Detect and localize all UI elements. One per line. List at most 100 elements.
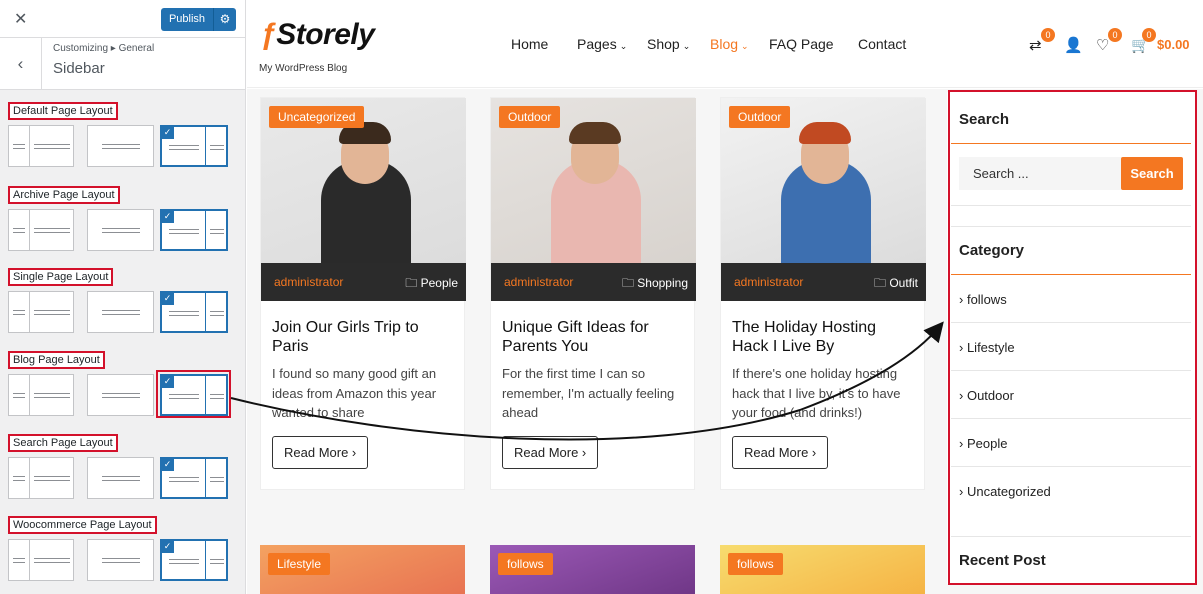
nav-item-label: Pages bbox=[577, 36, 617, 52]
layout-option-group: Default Page Layout ✓ bbox=[8, 101, 228, 167]
chevron-down-icon: ⌄ bbox=[619, 41, 628, 51]
checkmark-icon: ✓ bbox=[161, 210, 174, 223]
post-card[interactable]: follows bbox=[490, 545, 695, 594]
layout-option-group: Archive Page Layout ✓ bbox=[8, 185, 228, 251]
wishlist-count-badge: 0 bbox=[1108, 28, 1122, 42]
right-sidebar-layout-option[interactable]: ✓ bbox=[160, 209, 228, 251]
post-card[interactable]: follows bbox=[720, 545, 925, 594]
site-logo[interactable]: ƒStorely bbox=[260, 18, 375, 52]
close-icon[interactable]: ✕ bbox=[14, 9, 27, 29]
left-sidebar-layout-option[interactable] bbox=[8, 125, 74, 167]
layout-option-label: Woocommerce Page Layout bbox=[8, 516, 157, 534]
publish-button[interactable]: Publish bbox=[161, 8, 213, 31]
post-author[interactable]: administrator bbox=[504, 275, 573, 289]
customizer-topbar: ✕ Publish ⚙ bbox=[0, 0, 245, 38]
post-author[interactable]: administrator bbox=[734, 275, 803, 289]
left-sidebar-layout-option[interactable] bbox=[8, 209, 74, 251]
left-sidebar-layout-option[interactable] bbox=[8, 291, 74, 333]
site-tagline: My WordPress Blog bbox=[259, 63, 348, 74]
read-more-button[interactable]: Read More › bbox=[502, 435, 599, 469]
shopping-bag-icon: ƒ bbox=[260, 18, 277, 51]
layout-option-label: Search Page Layout bbox=[8, 434, 118, 452]
right-sidebar-layout-option[interactable]: ✓ bbox=[160, 291, 228, 333]
read-more-label: Read More bbox=[744, 444, 809, 460]
layout-option-group: Single Page Layout ✓ bbox=[8, 267, 228, 333]
nav-item-label: Home bbox=[511, 36, 549, 52]
site-header: ƒStorely My WordPress Blog Home Pages ⌄ Sho… bbox=[247, 0, 1203, 88]
post-thumbnail[interactable]: Outdoor bbox=[491, 98, 696, 263]
checkmark-icon: ✓ bbox=[161, 292, 174, 305]
post-excerpt: If there's one holiday hosting hack that… bbox=[732, 366, 901, 420]
post-thumbnail[interactable]: Outdoor bbox=[721, 98, 926, 263]
full-width-layout-option[interactable] bbox=[87, 291, 154, 333]
chevron-down-icon: ⌄ bbox=[682, 41, 691, 51]
nav-item-contact[interactable]: Contact bbox=[858, 36, 906, 52]
left-sidebar-layout-option[interactable] bbox=[8, 374, 74, 416]
right-sidebar-layout-option[interactable]: ✓ bbox=[160, 457, 228, 499]
layout-thumbnails: ✓ bbox=[8, 291, 228, 333]
nav-item-label: Blog bbox=[710, 36, 739, 52]
user-icon[interactable]: 👤 bbox=[1064, 36, 1083, 54]
full-width-layout-option[interactable] bbox=[87, 209, 154, 251]
category-badge[interactable]: follows bbox=[498, 553, 553, 575]
post-title[interactable]: Unique Gift Ideas for Parents You bbox=[502, 318, 684, 356]
layout-thumbnails: ✓ bbox=[8, 539, 228, 581]
cart-total[interactable]: $0.00 bbox=[1157, 37, 1190, 52]
left-sidebar-layout-option[interactable] bbox=[8, 539, 74, 581]
chevron-left-icon[interactable]: ‹ bbox=[0, 38, 42, 90]
post-tag[interactable]: 🗀 People bbox=[405, 274, 458, 295]
sidebar-highlight-box bbox=[948, 90, 1197, 585]
post-tag[interactable]: 🗀 Shopping bbox=[622, 274, 688, 295]
post-meta-bar: administrator 🗀 People bbox=[261, 263, 466, 301]
read-more-button[interactable]: Read More › bbox=[272, 435, 369, 469]
layout-option-group: Blog Page Layout ✓ bbox=[8, 350, 231, 418]
post-thumbnail[interactable]: Uncategorized bbox=[261, 98, 466, 263]
category-badge[interactable]: Lifestyle bbox=[268, 553, 331, 575]
layout-option-group: Search Page Layout ✓ bbox=[8, 433, 228, 499]
full-width-layout-option[interactable] bbox=[87, 125, 154, 167]
category-badge[interactable]: Outdoor bbox=[729, 106, 791, 128]
left-sidebar-layout-option[interactable] bbox=[8, 457, 74, 499]
category-badge[interactable]: Outdoor bbox=[499, 106, 561, 128]
post-title[interactable]: Join Our Girls Trip to Paris bbox=[272, 318, 454, 356]
gear-icon[interactable]: ⚙ bbox=[213, 8, 236, 31]
category-badge[interactable]: Uncategorized bbox=[269, 106, 365, 128]
post-author[interactable]: administrator bbox=[274, 275, 343, 289]
post-title[interactable]: The Holiday Hosting Hack I Live By bbox=[732, 318, 914, 356]
nav-item-pages[interactable]: Pages ⌄ bbox=[577, 36, 627, 52]
post-tag[interactable]: 🗀 Outfit bbox=[874, 274, 918, 295]
right-sidebar-layout-option[interactable]: ✓ bbox=[160, 539, 228, 581]
layout-option-label: Default Page Layout bbox=[8, 102, 118, 120]
category-badge[interactable]: follows bbox=[728, 553, 783, 575]
section-header: ‹ Customizing ▸ General Sidebar bbox=[0, 38, 245, 90]
post-tag-label: Shopping bbox=[637, 276, 688, 290]
post-card: Outdoor administrator 🗀 Outfit The Holiday … bbox=[720, 97, 926, 490]
layout-option-label: Archive Page Layout bbox=[8, 186, 120, 204]
nav-item-faq-page[interactable]: FAQ Page bbox=[769, 36, 834, 52]
post-tag-label: People bbox=[420, 276, 458, 290]
layout-option-label: Blog Page Layout bbox=[8, 351, 105, 369]
nav-item-home[interactable]: Home bbox=[511, 36, 548, 52]
compare-count-badge: 0 bbox=[1041, 28, 1055, 42]
read-more-label: Read More bbox=[514, 444, 579, 460]
customizer-panel: ✕ Publish ⚙ ‹ Customizing ▸ General Side… bbox=[0, 0, 246, 594]
folder-icon: 🗀 bbox=[873, 276, 890, 290]
chevron-down-icon: ⌄ bbox=[741, 41, 749, 51]
section-title: Sidebar bbox=[53, 60, 105, 77]
heart-icon[interactable]: ♡ bbox=[1096, 36, 1109, 54]
chevron-right-icon: › bbox=[578, 444, 587, 460]
full-width-layout-option[interactable] bbox=[87, 374, 154, 416]
post-excerpt: I found so many good gift an ideas from … bbox=[272, 366, 437, 420]
compare-icon[interactable]: ⇄ bbox=[1029, 36, 1042, 54]
full-width-layout-option[interactable] bbox=[87, 539, 154, 581]
chevron-right-icon: › bbox=[808, 444, 817, 460]
read-more-button[interactable]: Read More › bbox=[732, 435, 829, 469]
folder-icon: 🗀 bbox=[621, 276, 638, 290]
right-sidebar-layout-option[interactable]: ✓ bbox=[160, 125, 228, 167]
nav-item-shop[interactable]: Shop ⌄ bbox=[647, 36, 690, 52]
nav-item-blog[interactable]: Blog ⌄ bbox=[710, 36, 749, 52]
full-width-layout-option[interactable] bbox=[87, 457, 154, 499]
nav-item-label: Contact bbox=[858, 36, 907, 52]
logo-text: Storely bbox=[276, 18, 375, 51]
post-card[interactable]: Lifestyle bbox=[260, 545, 465, 594]
